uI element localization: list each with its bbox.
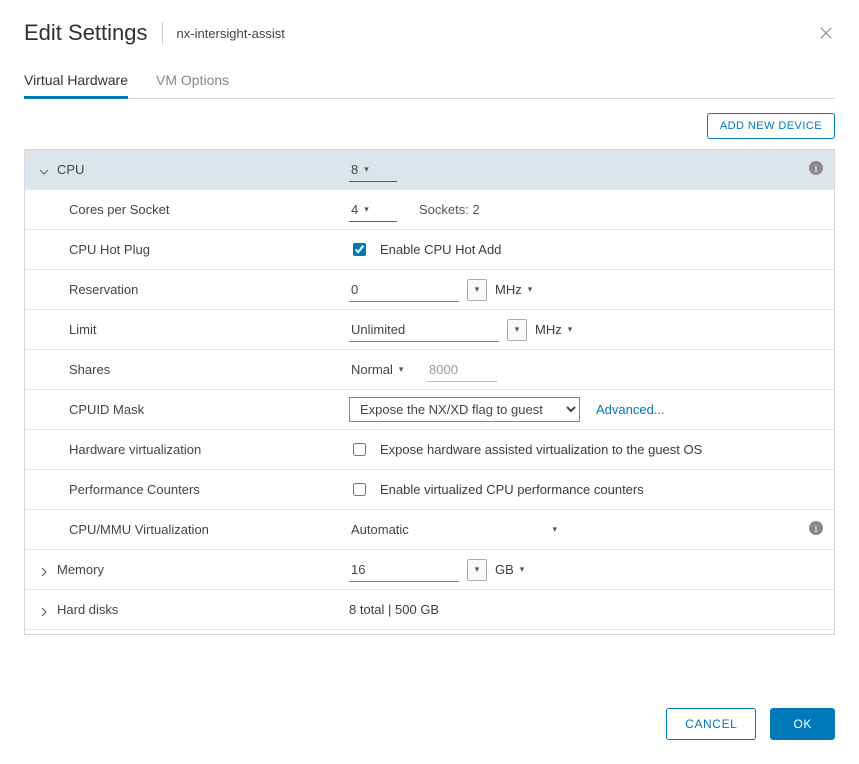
- row-shares: Shares Normal ▾: [25, 350, 834, 390]
- row-cpu-mmu: CPU/MMU Virtualization Automatic ▾ i: [25, 510, 834, 550]
- perf-label: Performance Counters: [39, 482, 349, 497]
- reservation-stepper[interactable]: ▾: [467, 279, 487, 301]
- add-new-device-button[interactable]: ADD NEW DEVICE: [707, 113, 835, 139]
- limit-unit-select[interactable]: MHz ▾: [535, 322, 572, 338]
- limit-stepper[interactable]: ▾: [507, 319, 527, 341]
- shares-label: Shares: [39, 362, 349, 377]
- mmu-label: CPU/MMU Virtualization: [39, 522, 349, 537]
- row-reservation: Reservation ▾ MHz ▾: [25, 270, 834, 310]
- cpu-count-select[interactable]: 8 ▾: [349, 158, 397, 182]
- limit-unit: MHz: [535, 322, 562, 337]
- cancel-button[interactable]: CANCEL: [666, 708, 756, 740]
- cpuid-label: CPUID Mask: [39, 402, 349, 417]
- row-performance-counters: Performance Counters Enable virtualized …: [25, 470, 834, 510]
- close-button[interactable]: [817, 24, 835, 45]
- cores-value: 4: [351, 202, 358, 217]
- memory-unit: GB: [495, 562, 514, 577]
- svg-text:i: i: [814, 523, 817, 535]
- info-icon[interactable]: i: [808, 160, 824, 179]
- disks-summary: 8 total | 500 GB: [349, 602, 439, 617]
- section-scsi-controller[interactable]: SCSI controller 0 LSI Logic SAS: [25, 630, 834, 635]
- chevron-down-icon: ▾: [399, 364, 404, 375]
- perf-check-label: Enable virtualized CPU performance count…: [380, 482, 644, 497]
- shares-mode: Normal: [351, 362, 393, 377]
- cpuid-mask-select[interactable]: Expose the NX/XD flag to guest: [349, 397, 580, 422]
- chevron-down-icon: ▾: [364, 204, 369, 215]
- row-hardware-virtualization: Hardware virtualization Expose hardware …: [25, 430, 834, 470]
- reservation-input[interactable]: [349, 278, 459, 302]
- shares-mode-select[interactable]: Normal ▾: [349, 358, 409, 382]
- sockets-info: Sockets: 2: [419, 202, 480, 217]
- disks-section-label: Hard disks: [57, 602, 118, 617]
- reservation-label: Reservation: [39, 282, 349, 297]
- svg-text:i: i: [814, 163, 817, 175]
- hv-check-label: Expose hardware assisted virtualization …: [380, 442, 702, 457]
- memory-unit-select[interactable]: GB ▾: [495, 562, 524, 578]
- reservation-unit-select[interactable]: MHz ▾: [495, 282, 532, 298]
- memory-stepper[interactable]: ▾: [467, 559, 487, 581]
- close-icon: [817, 24, 835, 42]
- memory-section-label: Memory: [57, 562, 104, 577]
- reservation-unit: MHz: [495, 282, 522, 297]
- section-memory[interactable]: Memory ▾ GB ▾: [25, 550, 834, 590]
- title-divider: [162, 22, 163, 44]
- info-icon[interactable]: i: [808, 520, 824, 539]
- row-limit: Limit ▾ MHz ▾: [25, 310, 834, 350]
- chevron-down-icon: ▾: [528, 284, 533, 295]
- chevron-down-icon: ▾: [364, 164, 369, 175]
- limit-label: Limit: [39, 322, 349, 337]
- memory-input[interactable]: [349, 558, 459, 582]
- page-title: Edit Settings: [24, 20, 148, 46]
- row-cores-per-socket: Cores per Socket 4 ▾ Sockets: 2: [25, 190, 834, 230]
- cpu-count-value: 8: [351, 162, 358, 177]
- cores-label: Cores per Socket: [39, 202, 349, 217]
- cpuid-advanced-link[interactable]: Advanced...: [596, 402, 665, 417]
- chevron-right-icon: [39, 565, 49, 575]
- tab-vm-options[interactable]: VM Options: [156, 64, 229, 99]
- row-cpuid-mask: CPUID Mask Expose the NX/XD flag to gues…: [25, 390, 834, 430]
- page-subtitle: nx-intersight-assist: [177, 26, 285, 41]
- shares-value-input: [427, 358, 497, 382]
- mmu-value: Automatic: [351, 522, 409, 537]
- perf-counters-checkbox[interactable]: [353, 483, 366, 496]
- chevron-down-icon: [39, 165, 49, 175]
- section-hard-disks[interactable]: Hard disks 8 total | 500 GB: [25, 590, 834, 630]
- mmu-select[interactable]: Automatic ▾: [349, 518, 559, 542]
- limit-input[interactable]: [349, 318, 499, 342]
- ok-button[interactable]: OK: [770, 708, 835, 740]
- cores-per-socket-select[interactable]: 4 ▾: [349, 198, 397, 222]
- chevron-down-icon: ▾: [552, 524, 557, 535]
- cpu-section-label: CPU: [57, 162, 84, 177]
- enable-cpu-hot-add-checkbox[interactable]: [353, 243, 366, 256]
- chevron-right-icon: [39, 605, 49, 615]
- hotplug-check-label: Enable CPU Hot Add: [380, 242, 501, 257]
- settings-scroll-area[interactable]: CPU 8 ▾ i Cores per Socket 4 ▾ Sockets: …: [24, 149, 835, 635]
- chevron-down-icon: ▾: [520, 564, 525, 575]
- section-cpu[interactable]: CPU 8 ▾ i: [25, 150, 834, 190]
- hotplug-label: CPU Hot Plug: [39, 242, 349, 257]
- row-cpu-hot-plug: CPU Hot Plug Enable CPU Hot Add: [25, 230, 834, 270]
- tab-virtual-hardware[interactable]: Virtual Hardware: [24, 64, 128, 99]
- hv-label: Hardware virtualization: [39, 442, 349, 457]
- hv-expose-checkbox[interactable]: [353, 443, 366, 456]
- chevron-down-icon: ▾: [568, 324, 573, 335]
